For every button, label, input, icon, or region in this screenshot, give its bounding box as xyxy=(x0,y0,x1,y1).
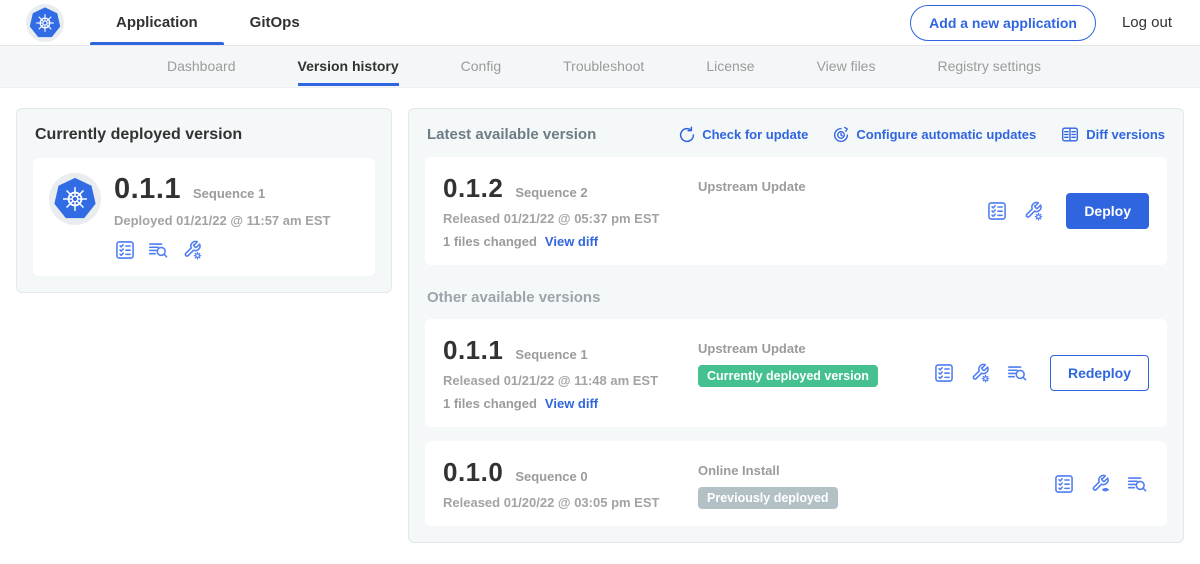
preflight-checks-icon[interactable] xyxy=(114,239,136,261)
version-info: 0.1.2 Sequence 2 Released 01/21/22 @ 05:… xyxy=(443,173,698,249)
subnav-tab-license[interactable]: License xyxy=(704,46,756,87)
panel-actions: Check for update Configure automatic upd… xyxy=(678,125,1165,144)
edit-config-icon[interactable] xyxy=(968,362,992,384)
deployed-sequence: Sequence 1 xyxy=(193,186,265,201)
version-sequence: Sequence 2 xyxy=(515,185,587,200)
subnav-version-history-label: Version history xyxy=(298,58,399,86)
preflight-checks-icon[interactable] xyxy=(986,200,1008,222)
version-row-0-1-0: 0.1.0 Sequence 0 Released 01/20/22 @ 03:… xyxy=(425,441,1167,526)
version-info: 0.1.1 Sequence 1 Released 01/21/22 @ 11:… xyxy=(443,335,698,411)
deploy-button[interactable]: Deploy xyxy=(1066,193,1149,229)
source-label: Upstream Update xyxy=(698,179,986,194)
kubernetes-logo xyxy=(26,4,64,42)
diff-versions-link[interactable]: Diff versions xyxy=(1060,125,1165,144)
version-actions: Deploy xyxy=(986,193,1149,229)
deployed-actions xyxy=(114,239,330,261)
other-versions-title: Other available versions xyxy=(427,289,1165,306)
tab-gitops-label: GitOps xyxy=(250,14,300,31)
version-sequence: Sequence 0 xyxy=(515,469,587,484)
source-label: Online Install xyxy=(698,463,1053,478)
released-timestamp: Released 01/21/22 @ 11:48 am EST xyxy=(443,373,698,388)
check-for-update-label: Check for update xyxy=(702,127,808,142)
files-changed: 1 files changed xyxy=(443,396,537,411)
top-header: Application GitOps Add a new application… xyxy=(0,0,1200,46)
version-source: Online Install Previously deployed xyxy=(698,457,1053,509)
schedule-icon xyxy=(832,126,850,144)
tab-application-label: Application xyxy=(116,14,198,31)
version-actions xyxy=(1053,473,1149,495)
preflight-checks-icon[interactable] xyxy=(1053,473,1075,495)
preflight-checks-icon[interactable] xyxy=(933,362,955,384)
subnav-tab-config[interactable]: Config xyxy=(459,46,503,87)
version-row-0-1-1: 0.1.1 Sequence 1 Released 01/21/22 @ 11:… xyxy=(425,319,1167,427)
deployed-version-card: 0.1.1 Sequence 1 Deployed 01/21/22 @ 11:… xyxy=(33,158,375,276)
subnav-tab-dashboard[interactable]: Dashboard xyxy=(165,46,238,87)
diff-versions-label: Diff versions xyxy=(1086,127,1165,142)
app-subnav: Dashboard Version history Config Trouble… xyxy=(0,46,1200,88)
version-number: 0.1.2 xyxy=(443,173,503,204)
subnav-config-label: Config xyxy=(461,58,501,83)
subnav-tab-version-history[interactable]: Version history xyxy=(296,46,401,87)
version-number: 0.1.1 xyxy=(443,335,503,366)
add-application-button[interactable]: Add a new application xyxy=(910,5,1096,41)
deployed-timestamp: Deployed 01/21/22 @ 11:57 am EST xyxy=(114,213,330,228)
tab-gitops[interactable]: GitOps xyxy=(224,0,326,45)
configure-updates-link[interactable]: Configure automatic updates xyxy=(832,126,1036,144)
deploy-logs-icon[interactable] xyxy=(1005,362,1029,384)
tab-application[interactable]: Application xyxy=(90,0,224,45)
kots-admin-console: Application GitOps Add a new application… xyxy=(0,0,1200,564)
subnav-license-label: License xyxy=(706,58,754,83)
subnav-tab-troubleshoot[interactable]: Troubleshoot xyxy=(561,46,646,87)
latest-version-title: Latest available version xyxy=(427,126,596,143)
logout-button[interactable]: Log out xyxy=(1122,14,1172,31)
version-actions: Redeploy xyxy=(933,355,1149,391)
edit-config-icon[interactable] xyxy=(1021,200,1045,222)
refresh-icon xyxy=(678,126,696,144)
files-changed: 1 files changed xyxy=(443,234,537,249)
version-row-0-1-2: 0.1.2 Sequence 2 Released 01/21/22 @ 05:… xyxy=(425,157,1167,265)
subnav-tab-view-files[interactable]: View files xyxy=(815,46,878,87)
version-number: 0.1.0 xyxy=(443,457,503,488)
view-diff-link[interactable]: View diff xyxy=(545,396,598,411)
header-tabs: Application GitOps xyxy=(90,0,326,45)
subnav-troubleshoot-label: Troubleshoot xyxy=(563,58,644,83)
subnav-view-files-label: View files xyxy=(817,58,876,83)
deploy-logs-icon[interactable] xyxy=(146,239,170,261)
subnav-dashboard-label: Dashboard xyxy=(167,58,236,83)
deployed-version-info: 0.1.1 Sequence 1 Deployed 01/21/22 @ 11:… xyxy=(114,173,330,261)
version-source: Upstream Update Currently deployed versi… xyxy=(698,335,933,387)
released-timestamp: Released 01/20/22 @ 03:05 pm EST xyxy=(443,495,698,510)
version-info: 0.1.0 Sequence 0 Released 01/20/22 @ 03:… xyxy=(443,457,698,510)
view-diff-link[interactable]: View diff xyxy=(545,234,598,249)
currently-deployed-badge: Currently deployed version xyxy=(698,365,878,387)
header-right: Add a new application Log out xyxy=(910,5,1172,41)
configure-updates-label: Configure automatic updates xyxy=(856,127,1036,142)
main-content: Currently deployed version xyxy=(0,88,1200,563)
app-logo xyxy=(49,173,101,225)
latest-version-header: Latest available version Check for updat… xyxy=(427,125,1165,144)
subnav-registry-settings-label: Registry settings xyxy=(937,58,1040,83)
view-config-icon[interactable] xyxy=(1088,473,1112,495)
currently-deployed-title: Currently deployed version xyxy=(35,126,375,144)
version-sequence: Sequence 1 xyxy=(515,347,587,362)
subnav-tab-registry-settings[interactable]: Registry settings xyxy=(935,46,1042,87)
deploy-logs-icon[interactable] xyxy=(1125,473,1149,495)
redeploy-button[interactable]: Redeploy xyxy=(1050,355,1149,391)
deployed-version-number: 0.1.1 xyxy=(114,173,181,206)
currently-deployed-card: Currently deployed version xyxy=(16,108,392,293)
version-source: Upstream Update xyxy=(698,173,986,194)
check-for-update-link[interactable]: Check for update xyxy=(678,126,808,144)
source-label: Upstream Update xyxy=(698,341,933,356)
version-history-panel: Latest available version Check for updat… xyxy=(408,108,1184,543)
previously-deployed-badge: Previously deployed xyxy=(698,487,838,509)
edit-config-icon[interactable] xyxy=(180,239,204,261)
released-timestamp: Released 01/21/22 @ 05:37 pm EST xyxy=(443,211,698,226)
diff-icon xyxy=(1060,125,1080,144)
